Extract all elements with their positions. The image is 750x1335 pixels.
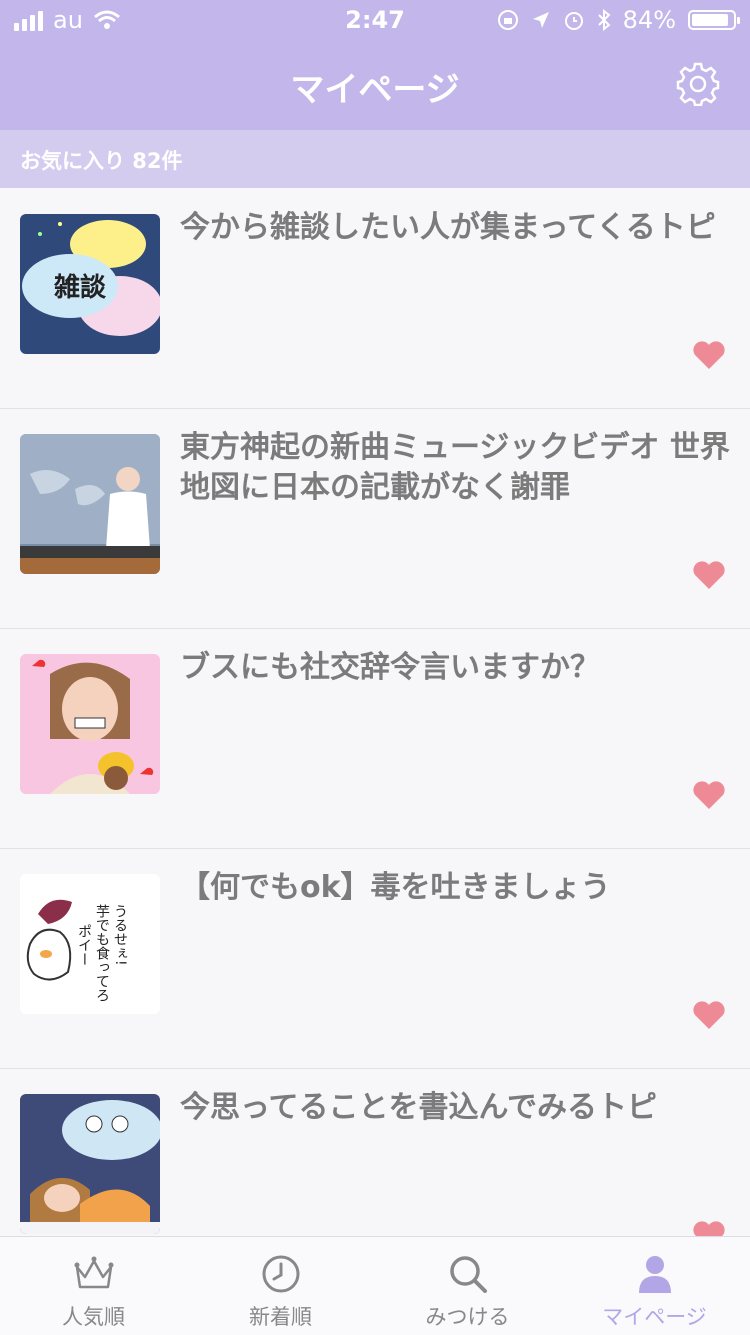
heart-icon[interactable] xyxy=(692,340,726,370)
svg-text:うるせぇ!: うるせぇ! xyxy=(112,904,128,966)
nav-bar: マイページ xyxy=(0,40,750,130)
tab-mypage[interactable]: マイページ xyxy=(561,1237,748,1335)
tab-label: マイページ xyxy=(602,1305,707,1329)
clock-icon xyxy=(262,1255,300,1293)
tab-label: みつける xyxy=(425,1305,510,1329)
thumb-text: 雑談 xyxy=(53,272,107,303)
alarm-icon xyxy=(564,12,583,30)
item-thumbnail xyxy=(20,1094,160,1234)
list-item[interactable]: 雑談 今から雑談したい人が集まってくるトピ xyxy=(0,188,750,409)
list-item[interactable]: ブスにも社交辞令言いますか？ xyxy=(0,628,750,849)
heart-icon[interactable] xyxy=(692,560,726,590)
bluetooth-icon xyxy=(597,9,611,31)
item-thumbnail xyxy=(20,654,160,794)
favorites-count: お気に入り 82件 xyxy=(20,149,183,173)
page-title: マイページ xyxy=(290,70,460,110)
heart-icon[interactable] xyxy=(692,1000,726,1030)
tab-popular[interactable]: 人気順 xyxy=(0,1237,187,1335)
item-thumbnail xyxy=(20,434,160,574)
tab-bar: 人気順 新着順 みつける マイページ xyxy=(0,1236,750,1335)
status-bar: au 2:47 84% xyxy=(0,0,750,40)
list-item[interactable]: 東方神起の新曲ミュージックビデオ 世界地図に日本の記載がなく謝罪 xyxy=(0,408,750,629)
item-title: 今から雑談したい人が集まってくるトピ xyxy=(180,210,716,245)
item-thumbnail: 雑談 xyxy=(20,214,160,354)
favorites-header: お気に入り 82件 xyxy=(0,130,750,188)
svg-text:ポイー: ポイー xyxy=(76,924,92,966)
list-item[interactable]: 今思ってることを書込んでみるトピ xyxy=(0,1068,750,1238)
tab-discover[interactable]: みつける xyxy=(374,1237,561,1335)
person-icon xyxy=(639,1256,671,1293)
rotation-lock-icon xyxy=(497,10,518,30)
battery-icon xyxy=(688,10,740,30)
heart-icon[interactable] xyxy=(692,780,726,810)
crown-icon xyxy=(74,1256,114,1289)
svg-text:芋でも食ってろ: 芋でも食ってろ xyxy=(94,904,110,1002)
item-title: ブスにも社交辞令言いますか？ xyxy=(180,650,600,685)
tab-label: 人気順 xyxy=(62,1305,125,1329)
item-title: 東方神起の新曲ミュージックビデオ 世界地図に日本の記載がなく謝罪 xyxy=(180,430,730,505)
tab-newest[interactable]: 新着順 xyxy=(187,1237,374,1335)
item-thumbnail: うるせぇ! 芋でも食ってろ ポイー xyxy=(20,874,160,1014)
item-title: 今思ってることを書込んでみるトピ xyxy=(180,1090,657,1125)
location-icon xyxy=(532,12,549,28)
search-icon xyxy=(450,1256,487,1293)
favorites-list: 雑談 今から雑談したい人が集まってくるトピ 東方神起の新曲ミュージックビデオ 世… xyxy=(0,188,750,1238)
item-title: 【何でもok】毒を吐きましょう xyxy=(180,870,611,905)
gear-icon[interactable] xyxy=(676,62,720,106)
list-item[interactable]: うるせぇ! 芋でも食ってろ ポイー 【何でもok】毒を吐きましょう xyxy=(0,848,750,1069)
battery-percent: 84% xyxy=(622,6,676,34)
tab-label: 新着順 xyxy=(249,1305,312,1329)
